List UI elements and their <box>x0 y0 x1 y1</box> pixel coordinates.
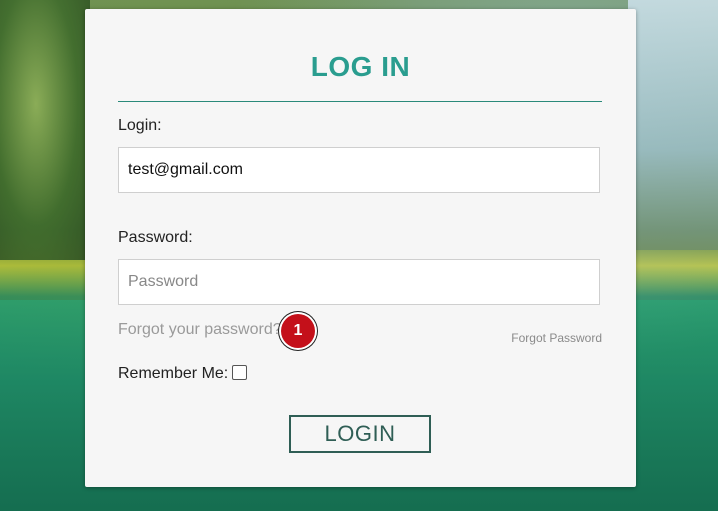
forgot-password-link[interactable]: Forgot your password? <box>118 321 282 339</box>
background-sky <box>628 0 718 250</box>
login-card: LOG IN Login: Password: Forgot your pass… <box>85 9 636 487</box>
remember-me-checkbox[interactable] <box>232 364 248 380</box>
forgot-password-small-link[interactable]: Forgot Password <box>511 331 602 345</box>
password-label: Password: <box>118 229 193 246</box>
login-button[interactable]: LOGIN <box>289 415 431 453</box>
page-title: LOG IN <box>310 51 411 82</box>
remember-me-label: Remember Me: <box>118 365 229 382</box>
remember-me-row: Remember Me: <box>118 364 248 383</box>
title-divider <box>118 101 602 102</box>
password-input[interactable] <box>118 259 600 305</box>
login-label: Login: <box>118 117 162 134</box>
background-foliage <box>0 0 90 260</box>
annotation-badge: 1 <box>281 314 315 348</box>
login-input[interactable] <box>118 147 600 193</box>
